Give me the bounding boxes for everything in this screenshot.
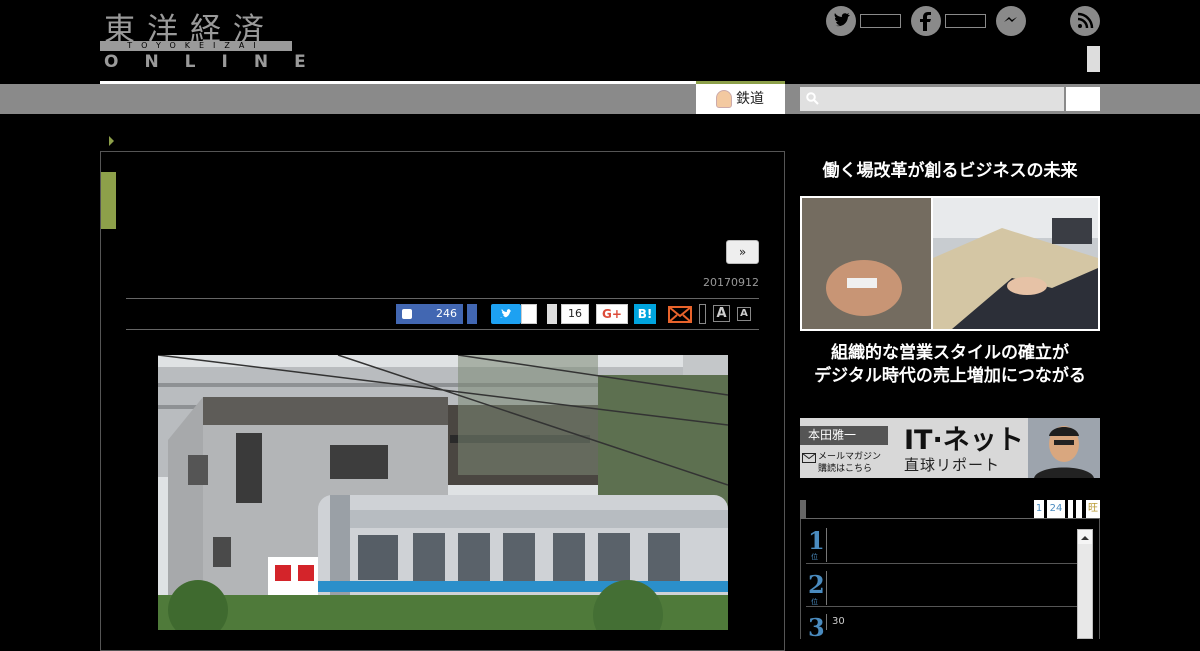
rank-number-1: 1 [808,526,825,555]
scroll-up-icon[interactable] [1078,530,1092,544]
hatena-bookmark-button[interactable]: B! [634,304,656,324]
share-bar-top-rule [126,298,759,299]
ranking-scrollbar[interactable] [1077,529,1093,639]
next-page-button[interactable]: » [726,240,759,264]
search-icon [806,92,819,105]
banner-mail-icon [802,453,816,463]
messenger-icon[interactable] [996,6,1026,36]
ranking-header-mark [800,500,806,518]
rank-separator-2 [806,606,1078,607]
ad-caption-line2[interactable]: デジタル時代の売上増加につながる [800,365,1100,388]
mail-icon[interactable] [668,306,692,323]
font-size-divider [699,304,706,324]
ranking-tab-5[interactable]: 旺 [1086,500,1100,518]
logo-online[interactable]: ONLINE [104,52,332,72]
ad-heading[interactable]: 働く場改革が創るビジネスの未来 [800,160,1100,183]
twitter-count-box [860,14,901,28]
search-input[interactable] [800,87,1064,111]
rank-divider-1 [826,528,827,562]
rank-count-3: 30 [832,616,845,627]
share-bar-bottom-rule [126,329,759,330]
rank-separator-1 [806,563,1078,564]
banner-subtitle: 直球リポート [904,456,1001,474]
tab-railway[interactable]: 鉄道 [696,84,785,114]
share-count-bracket [547,304,557,324]
facebook-like-button[interactable]: 246 [396,304,463,324]
article-photo [158,355,728,630]
like-count: 246 [436,307,457,320]
font-small-button[interactable]: A [737,307,751,321]
ranking-tab-3[interactable] [1068,500,1073,518]
rank-number-2: 2 [808,570,825,599]
share-count: 16 [561,304,589,324]
facebook-icon[interactable] [911,6,941,36]
rank-divider-2 [826,571,827,605]
ranking-panel [800,519,1100,639]
article-date: 20170912 [703,276,759,289]
ranking-tab-1[interactable]: 1 [1034,500,1044,518]
facebook-share-button[interactable] [467,304,477,324]
ranking-tab-4[interactable] [1076,500,1082,518]
author-avatar-icon [716,90,732,108]
rank-number-3: 3 [808,613,825,642]
tweet-count-box [521,304,537,324]
search-button[interactable] [1066,87,1100,111]
logo-romaji: TOYOKEIZAI [100,41,292,51]
facebook-count-box [945,14,986,28]
tab-label: 鉄道 [736,91,764,107]
google-plus-button[interactable]: G+ [596,304,628,324]
ranking-tab-24[interactable]: 24 [1047,500,1065,518]
banner-author-photo [1028,418,1100,478]
tweet-button[interactable] [491,304,521,324]
title-accent-bar [101,172,116,229]
font-large-button[interactable]: A [713,305,730,322]
rss-icon[interactable] [1070,6,1100,36]
banner-title: IT·ネット [904,425,1024,456]
breadcrumb-arrow-icon [109,136,114,146]
rank-unit-1: 位 [811,553,818,561]
banner-author: 本田雅一 [800,426,888,445]
ad-caption-line1[interactable]: 組織的な営業スタイルの確立が [800,342,1100,365]
rank-divider-3 [826,614,827,630]
banner-mail-line2: 購読はこちら [818,464,873,474]
header-menu-box[interactable] [1087,46,1100,72]
ad-image[interactable] [800,196,1100,331]
thumbs-up-icon [402,309,412,319]
newsletter-banner[interactable]: 本田雅一 IT·ネット 直球リポート メールマガジン 購読はこちら [800,418,1100,478]
twitter-icon[interactable] [826,6,856,36]
